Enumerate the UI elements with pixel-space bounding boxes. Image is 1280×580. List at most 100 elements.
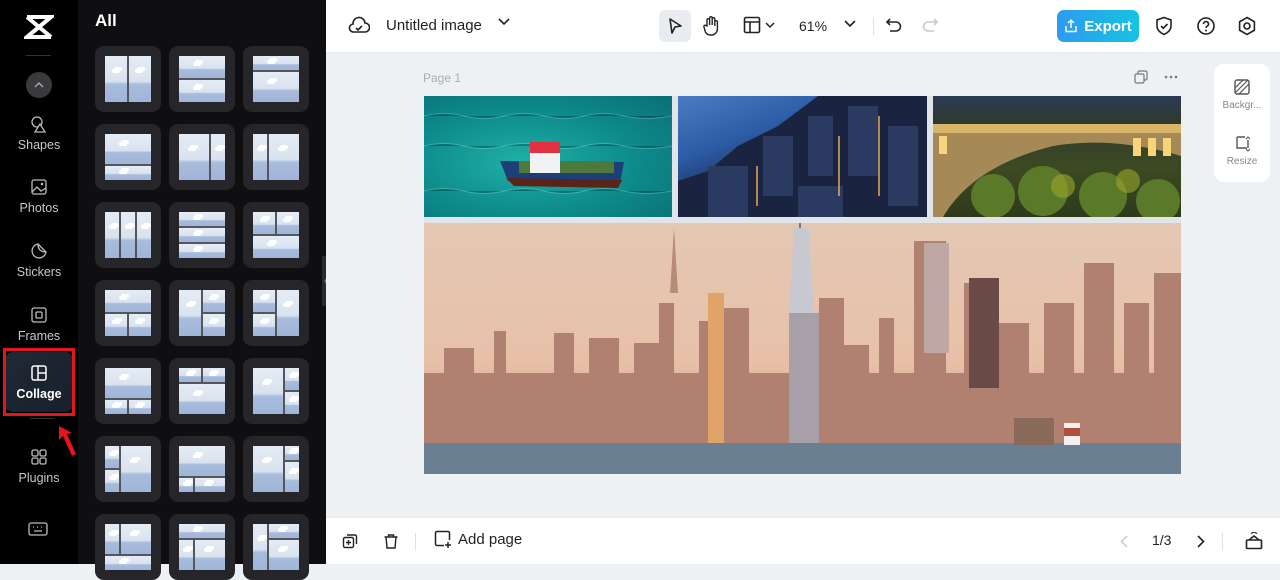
collage-layout-option[interactable] (169, 436, 235, 502)
layout-cell (105, 555, 151, 570)
collage-layout-option[interactable] (243, 124, 309, 190)
cloud-save-status[interactable] (348, 16, 370, 36)
layout-cell (276, 212, 299, 235)
image-bridge[interactable] (933, 96, 1181, 217)
duplicate-page-icon[interactable] (1134, 70, 1148, 84)
collage-layout-option[interactable] (95, 280, 161, 346)
layout-thumbnail (253, 134, 299, 180)
layout-thumbnail (253, 368, 299, 414)
hand-icon (703, 16, 719, 36)
rail-label: Stickers (16, 264, 62, 279)
image-aerial-city[interactable] (678, 96, 927, 217)
expand-pages-button[interactable] (1245, 532, 1263, 550)
collage-layout-option[interactable] (169, 124, 235, 190)
title-dropdown-button[interactable] (498, 18, 510, 26)
background-icon (1234, 79, 1250, 95)
resize-button[interactable]: Resize (1214, 134, 1270, 167)
collage-panel: All (78, 0, 326, 580)
collage-layout-option[interactable] (169, 358, 235, 424)
collage-layout-option[interactable] (95, 202, 161, 268)
layout-cell (194, 477, 225, 492)
layout-cell (253, 290, 276, 313)
rail-item-shapes[interactable]: Shapes (5, 103, 73, 163)
document-title[interactable]: Untitled image (386, 17, 482, 34)
layout-cell (253, 235, 299, 258)
collapse-up-button[interactable] (26, 72, 52, 98)
app-logo[interactable] (21, 14, 57, 40)
collage-layout-option[interactable] (95, 514, 161, 580)
keyboard-shortcuts-button[interactable] (28, 521, 48, 542)
layout-cell (253, 212, 276, 235)
layout-cell (179, 243, 225, 258)
next-page-button[interactable] (1197, 535, 1205, 548)
layout-cell (105, 368, 151, 399)
collage-layout-option[interactable] (95, 436, 161, 502)
settings-button[interactable] (1237, 16, 1257, 36)
previous-page-button[interactable] (1120, 535, 1128, 548)
collage-layout-option[interactable] (243, 436, 309, 502)
rail-item-frames[interactable]: Frames (5, 294, 73, 354)
rail-label: Plugins (18, 470, 60, 485)
collage-layout-option[interactable] (169, 514, 235, 580)
duplicate-page-button[interactable] (342, 533, 358, 549)
layout-cell (276, 290, 299, 336)
rail-item-plugins[interactable]: Plugins (5, 436, 73, 496)
layout-cell (105, 134, 151, 165)
page-label: Page 1 (423, 71, 462, 85)
collage-layout-option[interactable] (243, 358, 309, 424)
shapes-icon (31, 115, 47, 133)
collage-layout-option[interactable] (243, 202, 309, 268)
export-button[interactable]: Export (1057, 10, 1139, 42)
page-panel-icon (1245, 532, 1263, 550)
redo-button[interactable] (921, 16, 939, 34)
undo-icon (885, 18, 902, 32)
layout-cell (179, 539, 194, 570)
gear-icon (1238, 16, 1256, 36)
collage-page[interactable] (424, 96, 1181, 474)
layout-menu-button[interactable] (743, 16, 775, 34)
more-options-icon[interactable] (1164, 70, 1178, 84)
image-tugboat[interactable] (424, 96, 672, 217)
add-page-button[interactable]: Add page (434, 530, 522, 548)
photo-icon (31, 178, 47, 195)
layout-thumbnail (179, 134, 225, 180)
collage-layout-option[interactable] (169, 46, 235, 112)
delete-page-button[interactable] (383, 533, 399, 550)
collage-layout-option[interactable] (95, 358, 161, 424)
layout-thumbnail (105, 56, 151, 102)
collage-layout-option[interactable] (95, 46, 161, 112)
hand-tool-button[interactable] (702, 15, 722, 37)
toolbar-divider (1222, 533, 1223, 551)
layout-cell (284, 446, 299, 461)
collage-layout-option[interactable] (243, 514, 309, 580)
rail-item-photos[interactable]: Photos (5, 166, 73, 226)
collage-layout-option[interactable] (169, 202, 235, 268)
security-button[interactable] (1155, 16, 1173, 36)
background-button[interactable]: Backgr... (1214, 78, 1270, 111)
collage-layout-option[interactable] (95, 124, 161, 190)
layout-cell (194, 539, 225, 570)
zoom-dropdown-button[interactable] (844, 20, 856, 28)
background-label: Backgr... (1222, 100, 1262, 111)
resize-label: Resize (1226, 156, 1258, 167)
layout-cell (105, 290, 151, 313)
layout-cell (105, 313, 128, 336)
zoom-level[interactable]: 61% (799, 18, 827, 34)
undo-button[interactable] (885, 16, 903, 34)
layout-thumbnail (253, 56, 299, 102)
chevron-right-icon (1197, 535, 1205, 548)
collage-layout-option[interactable] (169, 280, 235, 346)
collage-layout-option[interactable] (243, 46, 309, 112)
frame-icon (31, 306, 47, 323)
layout-cell (136, 212, 151, 258)
image-nyc-skyline[interactable] (424, 223, 1181, 474)
chevron-down-icon (765, 21, 775, 28)
layout-cell (179, 212, 225, 227)
help-button[interactable] (1196, 16, 1216, 36)
layout-cell (179, 368, 202, 383)
collage-layout-option[interactable] (243, 280, 309, 346)
rail-item-stickers[interactable]: Stickers (5, 230, 73, 290)
select-tool-button[interactable] (659, 10, 691, 42)
layout-cell (202, 313, 225, 336)
layout-icon (743, 16, 761, 34)
